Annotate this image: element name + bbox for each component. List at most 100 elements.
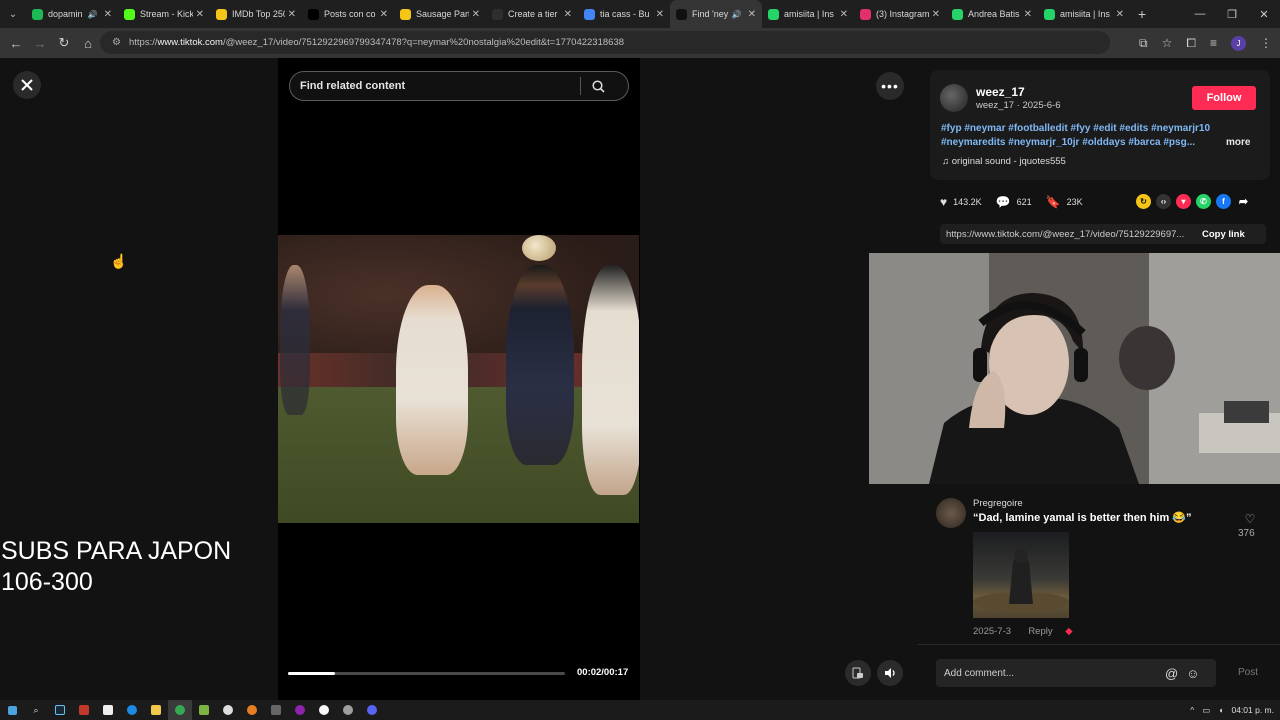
tab-close-icon[interactable]: ✕ (380, 9, 388, 20)
like-action[interactable]: ♥ 143.2K (940, 195, 982, 209)
steam-icon[interactable] (48, 700, 72, 720)
search-button[interactable] (581, 79, 615, 93)
reply-button[interactable]: Reply (1028, 626, 1052, 637)
sound-link[interactable]: ♫ original sound - jquotes555 (942, 156, 1066, 167)
url-text[interactable]: https://www.tiktok.com/@weez_17/video/75… (129, 37, 624, 48)
post-hashtags[interactable]: #fyp #neymar #footballedit #fyy #edit #e… (941, 122, 1216, 150)
comment-username[interactable]: Pregregoire (973, 498, 1023, 509)
share-arrow-icon[interactable]: ➦ (1236, 194, 1251, 209)
tab-close-icon[interactable]: ✕ (1116, 9, 1124, 20)
app-ring-icon[interactable] (288, 700, 312, 720)
video-link-text[interactable]: https://www.tiktok.com/@weez_17/video/75… (940, 229, 1194, 240)
post-comment-button[interactable]: Post (1238, 667, 1258, 678)
copy-link-button[interactable]: Copy link (1194, 229, 1245, 240)
video-player[interactable]: 00:02/00:17 (278, 58, 640, 700)
forward-icon[interactable]: → (28, 36, 52, 51)
obs-icon[interactable] (312, 700, 336, 720)
whatsapp-icon[interactable]: ✆ (1196, 194, 1211, 209)
tray-chevron-icon[interactable]: ^ (1190, 705, 1194, 715)
follow-button[interactable]: Follow (1192, 86, 1256, 110)
app-grid-icon[interactable] (264, 700, 288, 720)
browser-tab[interactable]: Create a tier ✕ (486, 0, 578, 28)
app-white-icon[interactable] (216, 700, 240, 720)
browser-tab[interactable]: Posts con co ✕ (302, 0, 394, 28)
video-progress-bar[interactable] (288, 672, 565, 675)
browser-tab[interactable]: Find 'ney 🔊 ✕ (670, 0, 762, 28)
tab-close-icon[interactable]: ✕ (564, 9, 572, 20)
clock[interactable]: 04:01 p. m. (1231, 705, 1274, 715)
comment-avatar[interactable] (936, 498, 966, 528)
mention-icon[interactable]: @ (1165, 666, 1178, 681)
volume-button[interactable] (877, 660, 903, 686)
extensions-icon[interactable]: ⧠ (1186, 36, 1196, 51)
volume-tray-icon[interactable]: ◖ (1218, 705, 1223, 715)
browser-tab[interactable]: amisiita | Ins ✕ (1038, 0, 1130, 28)
back-icon[interactable]: ← (4, 36, 28, 51)
install-icon[interactable]: ⧉ (1139, 36, 1148, 51)
browser-tab[interactable]: IMDb Top 250 ✕ (210, 0, 302, 28)
tab-close-icon[interactable]: ✕ (1024, 9, 1032, 20)
tab-close-icon[interactable]: ✕ (196, 9, 204, 20)
app-circle-icon[interactable] (336, 700, 360, 720)
comment-image[interactable] (973, 532, 1069, 618)
restore-icon[interactable]: ❐ (1216, 8, 1248, 21)
tab-audio-icon[interactable]: 🔊 (88, 10, 98, 19)
minimize-icon[interactable]: — (1184, 8, 1216, 20)
bookmark-star-icon[interactable]: ☆ (1162, 36, 1173, 50)
browser-tab[interactable]: dopamin 🔊 ✕ (26, 0, 118, 28)
menu-kebab-icon[interactable]: ⋮ (1260, 36, 1272, 50)
address-bar[interactable]: ⚙ https://www.tiktok.com/@weez_17/video/… (100, 31, 1110, 54)
browser-tab[interactable]: tia cass - Bu ✕ (578, 0, 670, 28)
network-icon[interactable]: ▭ (1202, 705, 1210, 716)
save-action[interactable]: 🔖 23K (1046, 195, 1083, 209)
more-link[interactable]: more (1226, 137, 1250, 148)
comment-action[interactable]: 💬 621 (996, 195, 1032, 209)
home-icon[interactable]: ⌂ (76, 36, 100, 51)
author-username[interactable]: weez_17 (976, 85, 1025, 99)
app-orange-icon[interactable] (240, 700, 264, 720)
browser-tab[interactable]: Stream - Kick ✕ (118, 0, 210, 28)
reload-icon[interactable]: ↻ (52, 35, 76, 51)
new-tab-button[interactable]: + (1130, 6, 1154, 22)
start-icon[interactable] (0, 700, 24, 720)
emoji-icon[interactable]: ☺ (1186, 666, 1199, 681)
comment-like-icon[interactable]: ♡ (1240, 512, 1260, 526)
comment-input[interactable] (936, 667, 1161, 679)
browser-tab[interactable]: Sausage Party✕ (394, 0, 486, 28)
search-taskbar-icon[interactable]: ⌕ (24, 700, 48, 720)
profile-avatar[interactable]: J (1231, 35, 1246, 51)
tab-close-icon[interactable]: ✕ (748, 9, 756, 20)
discord-icon[interactable] (360, 700, 384, 720)
app-green-icon[interactable] (192, 700, 216, 720)
folder-icon[interactable] (144, 700, 168, 720)
close-window-icon[interactable]: ✕ (1248, 8, 1280, 21)
browser-tab[interactable]: (3) Instagram ✕ (854, 0, 946, 28)
tab-close-icon[interactable]: ✕ (288, 9, 296, 20)
embed-icon[interactable]: ‹› (1156, 194, 1171, 209)
tab-close-icon[interactable]: ✕ (656, 9, 664, 20)
chrome-icon[interactable] (168, 700, 192, 720)
tab-audio-icon[interactable]: 🔊 (732, 10, 742, 19)
repost-icon[interactable]: ↻ (1136, 194, 1151, 209)
media-icon[interactable]: ≡ (1210, 36, 1217, 50)
tab-close-icon[interactable]: ✕ (472, 9, 480, 20)
file-icon[interactable] (96, 700, 120, 720)
browser-tab[interactable]: Andrea Batis ✕ (946, 0, 1038, 28)
site-info-icon[interactable]: ⚙ (112, 37, 121, 48)
tab-favicon-icon (400, 8, 411, 20)
more-options-button[interactable]: ••• (876, 72, 904, 100)
app-red-icon[interactable] (72, 700, 96, 720)
facebook-icon[interactable]: f (1216, 194, 1231, 209)
tab-search-icon[interactable]: ⌄ (0, 0, 26, 28)
related-search-input[interactable] (290, 80, 580, 92)
tab-close-icon[interactable]: ✕ (104, 9, 112, 20)
close-video-button[interactable] (13, 71, 41, 99)
send-icon[interactable]: ▾ (1176, 194, 1191, 209)
tab-close-icon[interactable]: ✕ (840, 9, 848, 20)
pip-button[interactable] (845, 660, 871, 686)
edge-icon[interactable] (120, 700, 144, 720)
browser-tab[interactable]: amisiita | Ins ✕ (762, 0, 854, 28)
tab-close-icon[interactable]: ✕ (932, 9, 940, 20)
author-avatar[interactable] (940, 84, 968, 112)
comment-icon: 💬 (995, 195, 1011, 209)
